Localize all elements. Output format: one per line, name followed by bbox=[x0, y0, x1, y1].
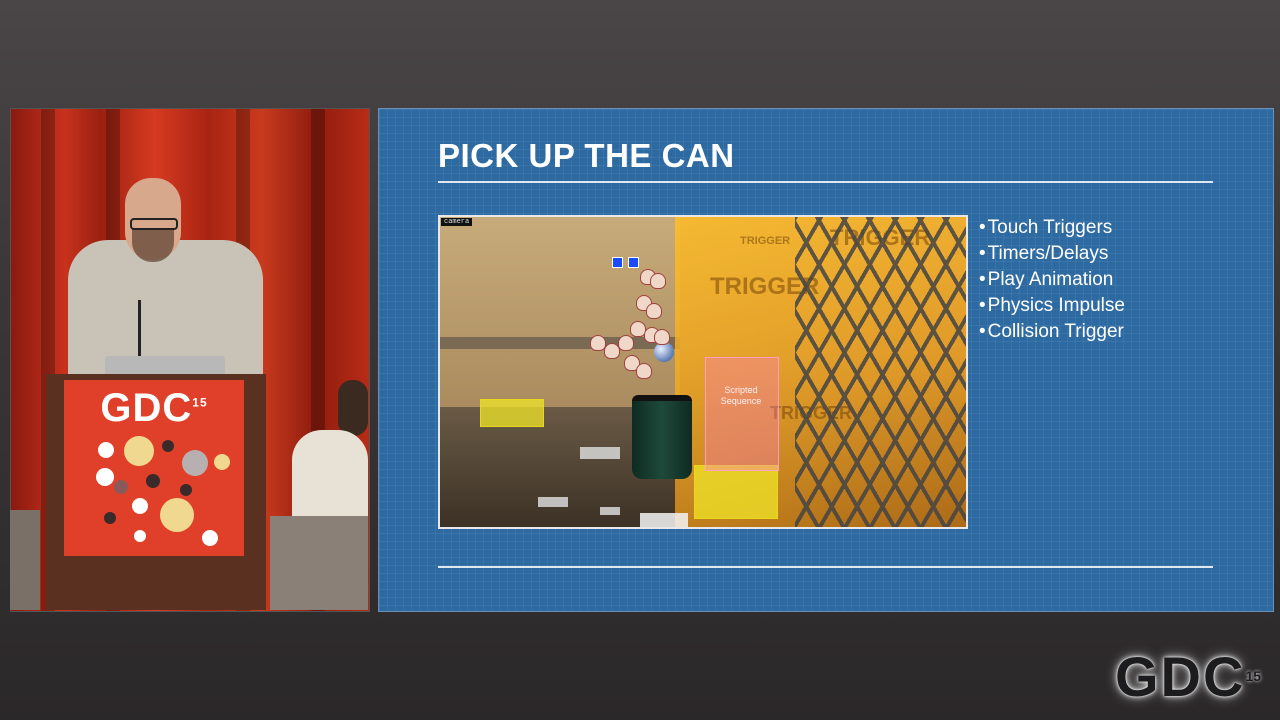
podium-dot bbox=[182, 450, 208, 476]
debris bbox=[640, 513, 688, 527]
title-divider bbox=[438, 181, 1213, 183]
podium-dot bbox=[202, 530, 218, 546]
scripted-mask-icon bbox=[618, 335, 634, 351]
gdc-corner-logo: GDC 15 bbox=[1108, 640, 1268, 712]
podium-dot bbox=[180, 484, 192, 496]
podium-gdc-logo: GDC15 bbox=[64, 386, 244, 431]
podium-dot bbox=[146, 474, 160, 488]
laptop bbox=[105, 356, 225, 376]
bullet-item: Touch Triggers bbox=[979, 215, 1125, 241]
debris bbox=[580, 447, 620, 459]
scripted-sequence-volume bbox=[705, 357, 779, 471]
speaker-glasses bbox=[130, 218, 178, 230]
sphere-entity-icon bbox=[654, 342, 674, 362]
podium-logo-number: 15 bbox=[192, 395, 208, 410]
podium-dot bbox=[162, 440, 174, 452]
bullet-item: Play Animation bbox=[979, 267, 1125, 293]
scripted-sequence-label: Scripted Sequence bbox=[720, 385, 762, 406]
debris bbox=[538, 497, 568, 507]
corner-logo-number: 15 bbox=[1245, 668, 1262, 684]
presentation-slide: PICK UP THE CAN TRIGGER TRIGGER TRIGGER … bbox=[378, 108, 1274, 612]
debris bbox=[600, 507, 620, 515]
podium-logo-text: GDC bbox=[100, 386, 193, 430]
bullet-item: Timers/Delays bbox=[979, 241, 1125, 267]
yellow-trigger-box bbox=[480, 399, 544, 427]
podium-dot bbox=[104, 512, 116, 524]
bullet-list: Touch Triggers Timers/Delays Play Animat… bbox=[979, 215, 1125, 345]
yellow-trigger-box bbox=[694, 465, 778, 519]
left-table bbox=[10, 510, 40, 610]
scripted-mask-icon bbox=[654, 329, 670, 345]
screenshot-wall bbox=[440, 217, 680, 417]
podium-dot bbox=[132, 498, 148, 514]
corner-logo-text: GDC bbox=[1114, 644, 1246, 708]
side-table bbox=[270, 516, 368, 610]
audience-member-head bbox=[338, 380, 368, 436]
microphone bbox=[138, 300, 141, 360]
podium-dot bbox=[96, 468, 114, 486]
podium-dot bbox=[214, 454, 230, 470]
scripted-mask-icon bbox=[636, 363, 652, 379]
footer-divider bbox=[438, 566, 1213, 568]
slide-title: PICK UP THE CAN bbox=[438, 137, 735, 174]
podium-dot bbox=[134, 530, 146, 542]
podium-dot bbox=[124, 436, 154, 466]
bullet-item: Physics Impulse bbox=[979, 293, 1125, 319]
game-editor-screenshot: TRIGGER TRIGGER TRIGGER TRIGGER Scripted… bbox=[438, 215, 968, 529]
logic-node-icon bbox=[628, 257, 639, 268]
podium-dot bbox=[114, 480, 128, 494]
camera-label: camera bbox=[441, 218, 473, 226]
podium-dot bbox=[160, 498, 194, 532]
logic-node-icon bbox=[612, 257, 623, 268]
trigger-text: TRIGGER bbox=[740, 235, 791, 247]
scripted-mask-icon bbox=[646, 303, 662, 319]
audience-member bbox=[292, 430, 368, 520]
screenshot-gate bbox=[795, 217, 966, 527]
bullet-item: Collision Trigger bbox=[979, 319, 1125, 345]
podium-dot bbox=[98, 442, 114, 458]
trash-can bbox=[632, 395, 692, 479]
scripted-mask-icon bbox=[650, 273, 666, 289]
